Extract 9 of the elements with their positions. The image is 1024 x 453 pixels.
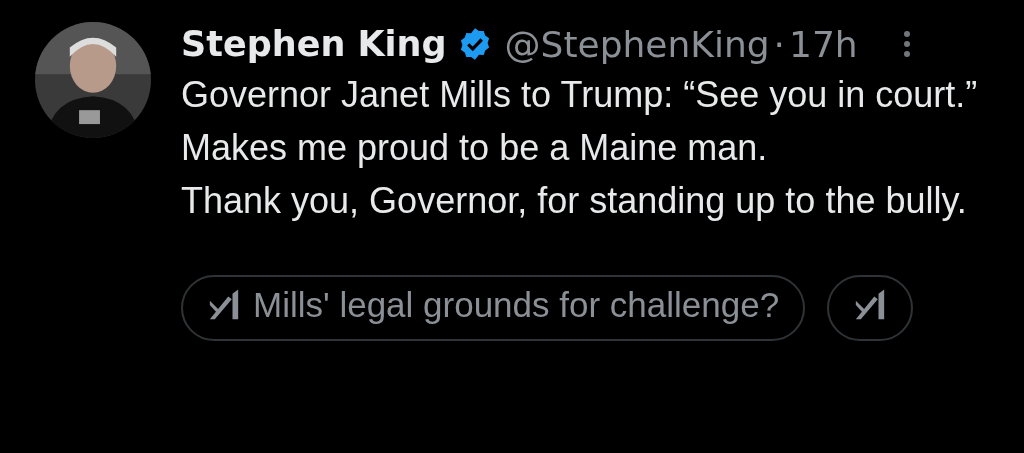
post-time[interactable]: 17h — [789, 23, 858, 65]
post-text: Thank you, Governor, for standing up to the bully. — [181, 179, 968, 223]
post-text: Makes me proud to be a Maine man. — [181, 126, 769, 170]
slash-logo-icon — [207, 288, 241, 322]
user-handle[interactable]: @StephenKing — [504, 23, 770, 65]
post-text: Governor Janet Mills to Trump: “See you in court.” — [181, 73, 979, 117]
separator-dot: · — [773, 23, 786, 65]
suggestion-chip[interactable]: Mills' legal grounds for challenge? — [181, 275, 806, 341]
author-name[interactable]: Stephen King — [181, 24, 447, 64]
